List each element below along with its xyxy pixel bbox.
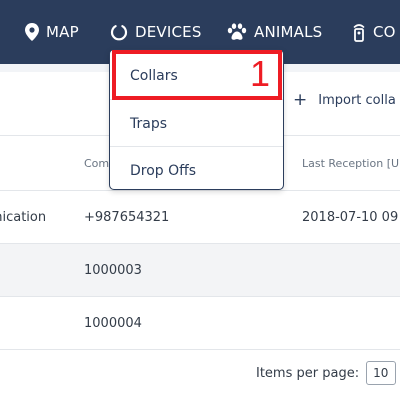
items-per-page-label: Items per page: xyxy=(256,365,360,381)
table-row[interactable]: 1000003 xyxy=(0,244,400,297)
nav-item-collars-comms[interactable]: CO xyxy=(352,0,396,64)
devices-dropdown-menu: Collars Traps Drop Offs xyxy=(109,49,284,190)
column-header[interactable]: Last Reception [U xyxy=(302,136,399,190)
nav-item-label: DEVICES xyxy=(135,23,202,41)
map-pin-icon xyxy=(25,23,39,41)
table-cell: 1000003 xyxy=(84,262,142,278)
table-row[interactable]: unication +987654321 2018-07-10 09 xyxy=(0,191,400,244)
items-per-page-select[interactable]: 10 xyxy=(366,361,397,385)
pagination: Items per page: 10 xyxy=(256,361,397,385)
table-cell: 1000004 xyxy=(84,315,142,331)
menu-item-collars[interactable]: Collars xyxy=(110,53,283,99)
import-collars-button[interactable]: + Import colla xyxy=(293,92,396,109)
nav-item-label: CO xyxy=(373,23,396,41)
table-row[interactable]: 1000004 xyxy=(0,297,400,350)
nav-item-map[interactable]: MAP xyxy=(25,0,79,64)
menu-item-traps[interactable]: Traps xyxy=(110,101,283,147)
nav-item-label: ANIMALS xyxy=(254,23,323,41)
collar-device-icon xyxy=(353,24,365,42)
menu-item-drop-offs[interactable]: Drop Offs xyxy=(110,148,283,194)
menu-divider xyxy=(110,146,283,147)
menu-divider xyxy=(110,99,283,100)
table-cell: 2018-07-10 09 xyxy=(302,209,399,225)
power-ring-icon xyxy=(110,25,128,41)
column-header[interactable]: Com xyxy=(84,136,109,190)
plus-icon: + xyxy=(293,90,308,110)
table-cell: +987654321 xyxy=(84,209,170,225)
paw-icon xyxy=(227,23,247,40)
table-cell: unication xyxy=(0,209,47,225)
nav-item-label: MAP xyxy=(46,23,79,41)
import-collars-label: Import colla xyxy=(318,93,396,108)
